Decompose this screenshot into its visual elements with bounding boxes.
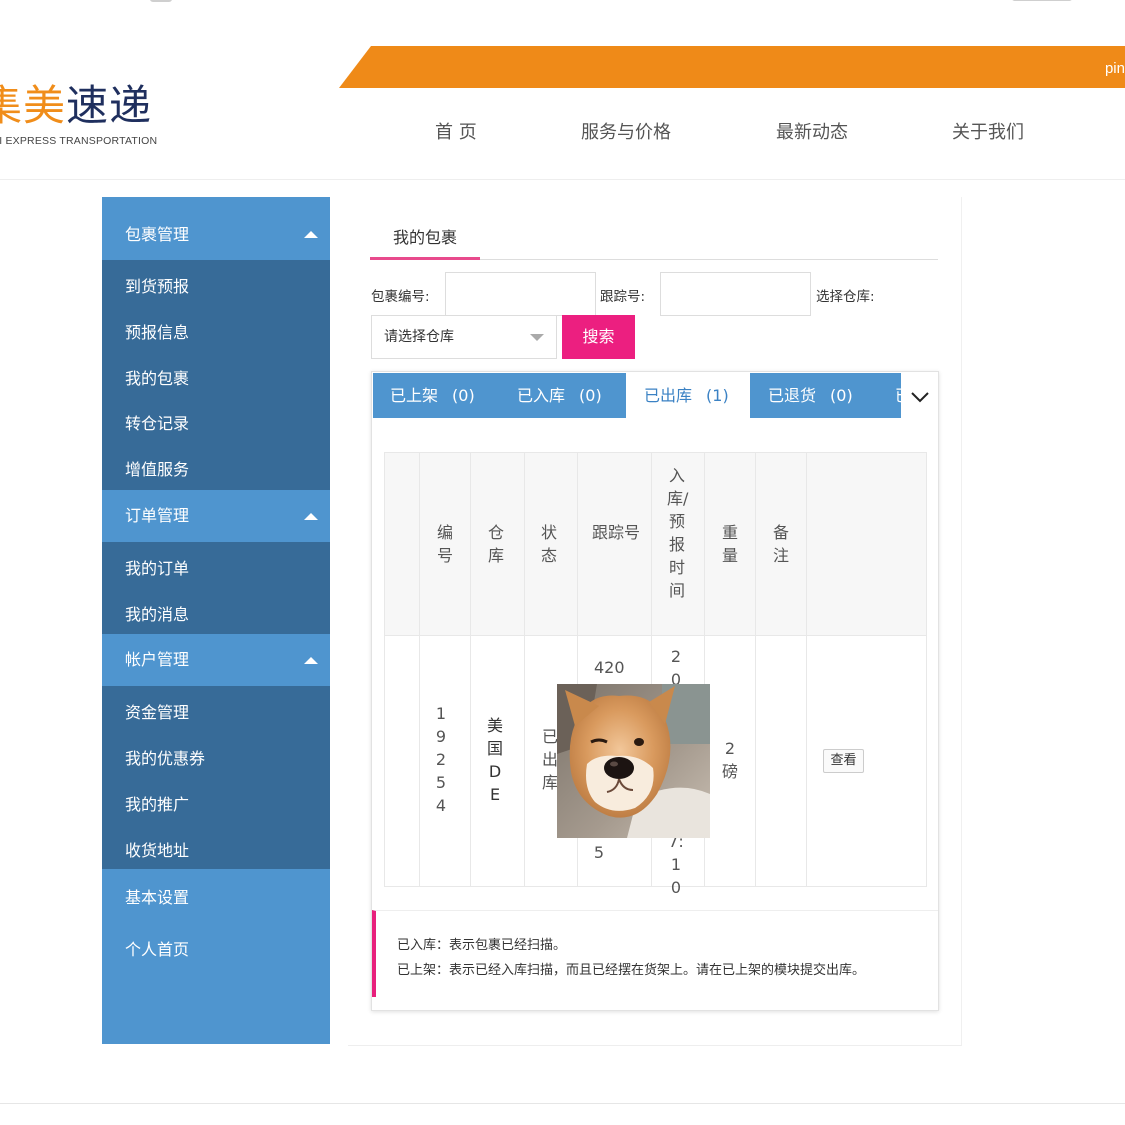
sidebar-group-parcel-items: 到货预报 预报信息 我的包裹 转仓记录 增值服务	[102, 260, 330, 490]
sidebar-item-personal-home[interactable]: 个人首页	[125, 936, 189, 960]
tab-count: (0)	[830, 386, 853, 405]
sidebar-item-forecast-info[interactable]: 预报信息	[125, 319, 189, 343]
header-remark: 备注	[772, 523, 789, 565]
sidebar-group-account-items: 资金管理 我的优惠券 我的推广 收货地址	[102, 686, 330, 869]
sidebar-item-my-messages[interactable]: 我的消息	[125, 601, 189, 625]
sidebar-item-promotion[interactable]: 我的推广	[125, 791, 189, 815]
header-bar-text: pin	[1104, 60, 1125, 77]
main-panel: 我的包裹 包裹编号: 跟踪号: 选择仓库: 请选择仓库 搜索 已上架 (0) 已入…	[348, 197, 962, 1046]
site-header: 集美速递 EI EXPRESS TRANSPORTATION pin 首 页 服…	[0, 0, 1125, 180]
tab-count: (0)	[579, 386, 602, 405]
sidebar-item-my-parcels[interactable]: 我的包裹	[125, 365, 189, 389]
column-divider	[755, 453, 756, 886]
tab-label: 已	[895, 386, 901, 405]
sidebar-item-arrival-forecast[interactable]: 到货预报	[125, 273, 189, 297]
view-button[interactable]: 查看	[823, 749, 864, 773]
tracking-no-input[interactable]	[660, 272, 811, 316]
header-tracking: 跟踪号	[592, 523, 641, 542]
logo-chinese: 集美速递	[0, 81, 153, 130]
sidebar-item-value-added[interactable]: 增值服务	[125, 456, 189, 480]
cell-tracking-bottom: 5	[593, 843, 605, 862]
tab-my-parcels[interactable]: 我的包裹	[370, 225, 480, 260]
site-logo[interactable]: 集美速递 EI EXPRESS TRANSPORTATION	[0, 82, 180, 152]
cell-time-bottom: 7:10	[668, 832, 684, 897]
top-bar-remnant	[1012, 0, 1072, 1]
warehouse-label: 选择仓库:	[816, 289, 875, 305]
sidebar-group-account[interactable]: 帐户管理	[102, 634, 330, 686]
tab-active-underline	[370, 257, 480, 260]
nav-home[interactable]: 首 页	[435, 115, 477, 151]
sidebar-item-address[interactable]: 收货地址	[125, 837, 189, 861]
header-orange-bar: pin	[339, 46, 1125, 88]
column-divider	[419, 453, 420, 886]
chevron-down-icon	[911, 392, 929, 403]
sidebar-item-coupons[interactable]: 我的优惠券	[125, 745, 205, 769]
parcel-no-input[interactable]	[445, 272, 596, 316]
tab-label: 已退货	[768, 386, 817, 405]
header-id: 编号	[436, 523, 453, 565]
chevron-down-icon	[530, 334, 544, 341]
logo-english: EI EXPRESS TRANSPORTATION	[0, 135, 158, 147]
search-button[interactable]: 搜索	[562, 315, 635, 359]
caret-up-icon	[304, 231, 318, 238]
nav-about-us[interactable]: 关于我们	[952, 115, 1024, 151]
dog-photo-overlay	[557, 684, 710, 838]
sidebar-item-my-orders[interactable]: 我的订单	[125, 555, 189, 579]
header-weight: 重量	[721, 523, 738, 565]
tab-in-stock[interactable]: 已入库 (0)	[500, 373, 626, 418]
tab-count: (1)	[706, 386, 729, 405]
cell-warehouse: 美国DE	[486, 716, 503, 804]
nav-news[interactable]: 最新动态	[776, 115, 848, 151]
caret-up-icon	[304, 657, 318, 664]
tab-label: 已入库	[517, 386, 566, 405]
header-warehouse: 仓库	[487, 523, 504, 565]
warehouse-select[interactable]: 请选择仓库	[371, 315, 557, 359]
note-on-shelf: 已上架：表示已经入库扫描，而且已经摆在货架上。请在已上架的模块提交出库。	[397, 963, 866, 978]
cell-id: 19254	[435, 704, 447, 815]
footer-divider	[0, 1103, 1125, 1104]
column-divider	[524, 453, 525, 886]
parcel-no-label: 包裹编号:	[371, 289, 430, 305]
sidebar-group-label: 订单管理	[125, 506, 190, 525]
sidebar-group-orders[interactable]: 订单管理	[102, 490, 330, 542]
cell-weight: 2磅	[721, 739, 738, 781]
column-divider	[470, 453, 471, 886]
sidebar-item-basic-settings[interactable]: 基本设置	[125, 884, 189, 908]
row-divider	[385, 635, 926, 636]
table-header	[385, 453, 926, 635]
top-bar-remnant	[150, 0, 172, 2]
status-tabs: 已上架 (0) 已入库 (0) 已出库 (1) 已退货 (0) 已	[373, 373, 901, 418]
tab-label: 已上架	[390, 386, 439, 405]
sidebar-group-orders-items: 我的订单 我的消息	[102, 542, 330, 634]
caret-up-icon	[304, 513, 318, 520]
sidebar-group-label: 帐户管理	[125, 650, 190, 669]
nav-services-pricing[interactable]: 服务与价格	[581, 115, 671, 151]
tab-label: 已出库	[644, 386, 693, 405]
note-in-stock: 已入库：表示包裹已经扫描。	[397, 938, 567, 953]
sidebar-item-funds[interactable]: 资金管理	[125, 699, 189, 723]
tab-more[interactable]: 已	[895, 373, 901, 418]
tabs-dropdown-button[interactable]	[902, 373, 938, 418]
status-notes: 已入库：表示包裹已经扫描。 已上架：表示已经入库扫描，而且已经摆在货架上。请在已…	[372, 910, 938, 997]
sidebar: 包裹管理 到货预报 预报信息 我的包裹 转仓记录 增值服务 订单管理 我的订单 …	[102, 197, 330, 1044]
header-bar-notch	[339, 46, 371, 88]
warehouse-select-value: 请选择仓库	[384, 329, 454, 345]
sidebar-item-transfer-records[interactable]: 转仓记录	[125, 410, 189, 434]
column-divider	[806, 453, 807, 886]
tab-returned[interactable]: 已退货 (0)	[750, 373, 876, 418]
tab-shipped-out[interactable]: 已出库 (1)	[626, 373, 750, 418]
header-time: 入库/预报时间	[667, 466, 689, 600]
sidebar-group-label: 包裹管理	[125, 225, 190, 244]
shiba-dog-image	[557, 684, 710, 838]
sidebar-group-parcel[interactable]: 包裹管理	[102, 197, 330, 260]
header-status: 状态	[540, 523, 557, 565]
tab-count: (0)	[452, 386, 475, 405]
tracking-no-label: 跟踪号:	[600, 289, 646, 305]
tab-on-shelf[interactable]: 已上架 (0)	[373, 373, 500, 418]
